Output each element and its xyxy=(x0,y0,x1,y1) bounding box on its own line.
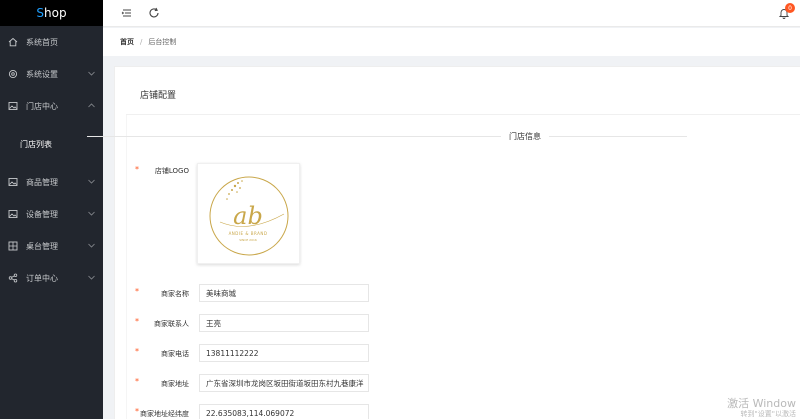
logo-mark-text: ab xyxy=(233,202,263,230)
chevron-up-icon xyxy=(88,102,95,110)
logo-subtitle-1: ANDIE & BRAND xyxy=(229,231,268,236)
sidebar-item-orders[interactable]: 订单中心 xyxy=(0,262,103,294)
card-header: 店铺配置 xyxy=(126,75,800,115)
breadcrumb-separator: / xyxy=(140,38,143,46)
image-icon xyxy=(8,177,18,187)
fieldset-divider xyxy=(87,136,687,137)
refresh-icon[interactable] xyxy=(147,6,161,20)
home-icon xyxy=(8,37,18,47)
sidebar-item-products[interactable]: 商品管理 xyxy=(0,166,103,198)
field-label-name: 商家名称 xyxy=(161,290,189,298)
store-logo-upload[interactable]: ab ANDIE & BRAND SINCE 2016 xyxy=(197,163,300,264)
logo-rest: hop xyxy=(44,6,67,20)
chevron-down-icon xyxy=(88,242,95,250)
sidebar-item-label: 桌台管理 xyxy=(26,241,58,251)
contact-person-input[interactable]: 王亮 xyxy=(199,314,369,332)
chevron-down-icon xyxy=(88,178,95,186)
notification-badge: 0 xyxy=(785,3,795,13)
sidebar-item-tables[interactable]: 桌台管理 xyxy=(0,230,103,262)
logo-label: 店铺LOGO xyxy=(154,167,189,175)
chevron-down-icon xyxy=(88,70,95,78)
breadcrumb-home[interactable]: 首页 xyxy=(120,37,134,47)
sidebar-item-label: 系统首页 xyxy=(26,37,58,47)
image-icon xyxy=(8,101,18,111)
breadcrumb-current: 后台控制 xyxy=(148,38,177,46)
logo-subtitle-2: SINCE 2016 xyxy=(239,238,257,242)
coordinates-input[interactable]: 22.635083,114.069072 xyxy=(199,404,369,419)
sidebar-subitem-store-list[interactable]: 门店列表 xyxy=(0,122,103,166)
chevron-down-icon xyxy=(88,210,95,218)
sidebar-item-store-center[interactable]: 门店中心 xyxy=(0,90,103,122)
sidebar-item-settings[interactable]: 系统设置 xyxy=(0,58,103,90)
phone-input[interactable]: 13811112222 xyxy=(199,344,369,362)
settings-icon xyxy=(8,69,18,79)
share-icon xyxy=(8,273,18,283)
logo-first-letter: S xyxy=(36,6,45,20)
sidebar-item-label: 系统设置 xyxy=(26,69,58,79)
image-icon xyxy=(8,209,18,219)
sidebar-item-label: 商品管理 xyxy=(26,177,58,187)
top-bar: 0 xyxy=(103,0,800,27)
field-label-address: 商家地址 xyxy=(161,380,189,388)
activation-watermark-hint: 转到"设置"以激活 xyxy=(740,410,796,418)
field-label-coordinates: 商家地址经纬度 xyxy=(140,410,189,418)
sidebar-item-label: 门店中心 xyxy=(26,101,58,111)
field-label-phone: 商家电话 xyxy=(161,350,189,358)
card-title: 店铺配置 xyxy=(140,91,177,101)
sidebar-item-devices[interactable]: 设备管理 xyxy=(0,198,103,230)
chevron-down-icon xyxy=(88,274,95,282)
field-label-contact: 商家联系人 xyxy=(154,320,189,328)
submenu-store-center: 门店列表 xyxy=(0,122,103,166)
breadcrumb: 首页 / 后台控制 xyxy=(103,28,800,56)
sidebar-item-home[interactable]: 系统首页 xyxy=(0,26,103,58)
sidebar-item-label: 订单中心 xyxy=(26,273,58,283)
sidebar-item-label: 设备管理 xyxy=(26,209,58,219)
menu-toggle-icon[interactable] xyxy=(120,6,134,20)
store-name-input[interactable]: 美味商城 xyxy=(199,284,369,302)
sidebar: Shop 系统首页 系统设置 门店中心 门店列表 商品管理 设备管理 桌台管理 … xyxy=(0,0,103,419)
address-input[interactable]: 广东省深圳市龙岗区坂田街道坂田东村九巷康洋 xyxy=(199,374,369,392)
grid-icon xyxy=(8,241,18,251)
app-logo[interactable]: Shop xyxy=(0,0,103,26)
sidebar-subitem-label: 门店列表 xyxy=(20,139,52,149)
section-title: 门店信息 xyxy=(501,131,549,142)
store-logo-image: ab ANDIE & BRAND SINCE 2016 xyxy=(209,176,289,256)
